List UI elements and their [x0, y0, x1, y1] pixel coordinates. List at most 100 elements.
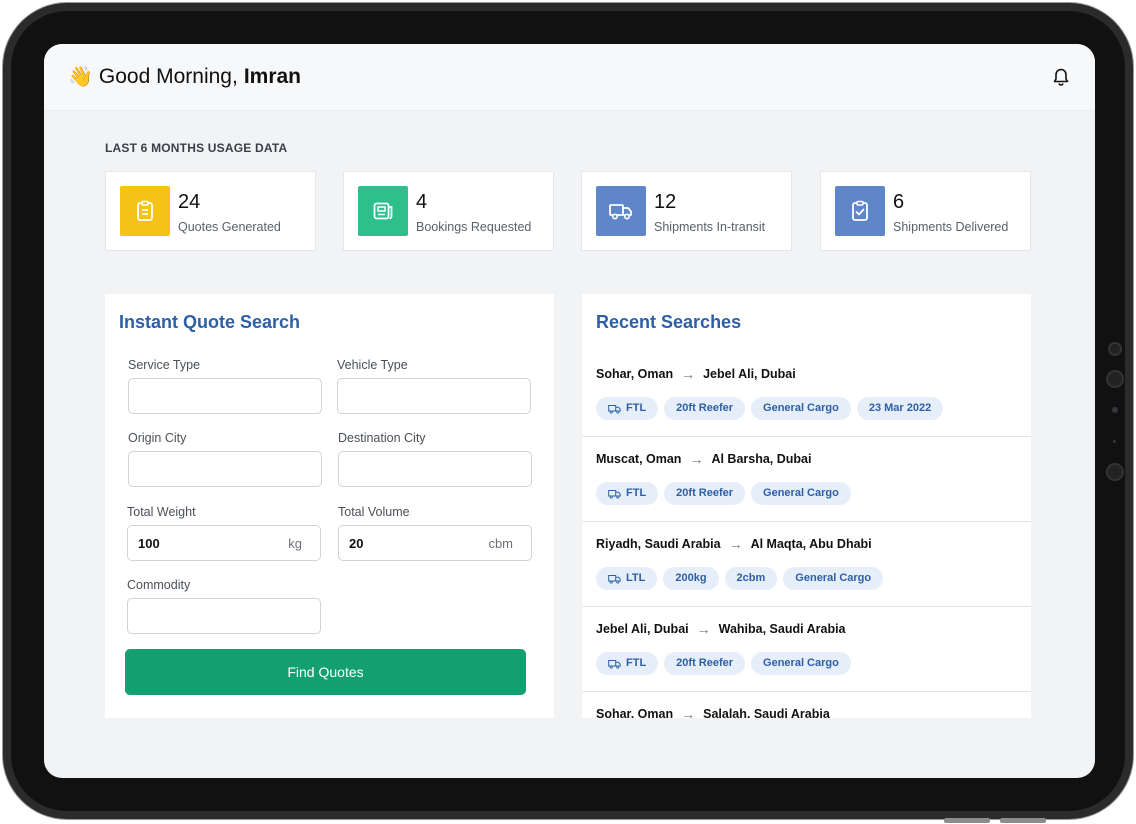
camera-lens: [1106, 370, 1124, 388]
route: Jebel Ali, Dubai → Wahiba, Saudi Arabia: [596, 621, 846, 637]
camera-lens: [1106, 463, 1124, 481]
stat-label: Quotes Generated: [178, 220, 281, 234]
route-origin: Muscat, Oman: [596, 452, 682, 466]
total-volume-field[interactable]: 20 cbm: [338, 525, 532, 561]
recent-search-item[interactable]: Sohar, Oman → Salalah, Saudi Arabia: [582, 692, 1031, 718]
mode-tag: FTL: [596, 482, 659, 505]
mode-tag: LTL: [596, 567, 658, 590]
route-origin: Sohar, Oman: [596, 367, 674, 381]
recent-search-item[interactable]: Sohar, Oman → Jebel Ali, Dubai FTL 20ft …: [582, 352, 1031, 437]
clipboard-check-icon: [835, 186, 885, 236]
route-destination: Jebel Ali, Dubai: [703, 367, 796, 381]
stat-value: 4: [416, 191, 428, 213]
tag: 2cbm: [724, 567, 778, 590]
arrow-right-icon: →: [681, 366, 696, 382]
mode-label: FTL: [626, 402, 647, 414]
origin-city-label: Origin City: [128, 431, 187, 445]
mode-tag: FTL: [596, 397, 659, 420]
greeting: 👋 Good Morning, Imran: [68, 64, 301, 89]
mode-tag: FTL: [596, 652, 659, 675]
route-origin: Riyadh, Saudi Arabia: [596, 537, 721, 551]
wave-emoji-icon: 👋: [68, 66, 93, 88]
recent-searches-list: Sohar, Oman → Jebel Ali, Dubai FTL 20ft …: [582, 352, 1031, 718]
tablet-button-top: [944, 818, 990, 823]
vehicle-type-label: Vehicle Type: [337, 358, 408, 372]
recent-search-item[interactable]: Riyadh, Saudi Arabia → Al Maqta, Abu Dha…: [582, 522, 1031, 607]
commodity-field[interactable]: [127, 598, 321, 634]
tag: General Cargo: [751, 397, 851, 420]
route-destination: Salalah, Saudi Arabia: [703, 707, 830, 718]
stat-value: 6: [893, 191, 905, 213]
stat-value: 24: [178, 191, 201, 213]
quote-search-title: Instant Quote Search: [119, 312, 301, 332]
arrow-right-icon: →: [689, 451, 704, 467]
greeting-text: Good Morning,: [98, 64, 238, 88]
route-origin: Jebel Ali, Dubai: [596, 622, 689, 636]
arrow-right-icon: →: [681, 706, 696, 718]
stat-label: Shipments In-transit: [654, 220, 766, 234]
tag: General Cargo: [751, 652, 851, 675]
truck-icon: [596, 186, 646, 236]
recent-searches-card: Recent Searches Sohar, Oman → Jebel Ali,…: [582, 294, 1031, 718]
route-destination: Wahiba, Saudi Arabia: [718, 622, 846, 636]
clipboard-icon: [120, 186, 170, 236]
route: Muscat, Oman → Al Barsha, Dubai: [596, 451, 811, 467]
mode-label: FTL: [626, 487, 647, 499]
stat-card-in-transit[interactable]: 12 Shipments In-transit: [581, 171, 792, 251]
total-weight-label: Total Weight: [127, 505, 196, 519]
tag-list: FTL 20ft Reefer General Cargo 23 Mar 202…: [596, 397, 944, 420]
document-icon: [358, 186, 408, 236]
tag: 20ft Reefer: [664, 652, 746, 675]
service-type-field[interactable]: [128, 378, 322, 414]
stat-card-quotes[interactable]: 24 Quotes Generated: [105, 171, 316, 251]
stat-card-delivered[interactable]: 6 Shipments Delivered: [820, 171, 1031, 251]
origin-city-field[interactable]: [128, 451, 322, 487]
route: Sohar, Oman → Salalah, Saudi Arabia: [596, 706, 830, 718]
find-quotes-button[interactable]: Find Quotes: [125, 649, 526, 695]
tag: 20ft Reefer: [664, 482, 746, 505]
total-volume-unit: cbm: [488, 536, 513, 551]
tag: General Cargo: [751, 482, 851, 505]
total-weight-field[interactable]: 100 kg: [127, 525, 321, 561]
arrow-right-icon: →: [696, 621, 711, 637]
stat-card-bookings[interactable]: 4 Bookings Requested: [343, 171, 554, 251]
mode-label: LTL: [626, 572, 646, 584]
service-type-label: Service Type: [128, 358, 201, 372]
tag: 200kg: [663, 567, 719, 590]
route-destination: Al Maqta, Abu Dhabi: [750, 537, 872, 551]
route-destination: Al Barsha, Dubai: [711, 452, 812, 466]
recent-searches-title: Recent Searches: [596, 312, 742, 332]
sensor-dot: [1108, 342, 1122, 356]
date-tag: 23 Mar 2022: [856, 397, 944, 420]
route: Sohar, Oman → Jebel Ali, Dubai: [596, 366, 796, 382]
app-screen: 👋 Good Morning, Imran LAST 6 MONTHS USAG…: [44, 44, 1095, 778]
quote-search-card: Instant Quote Search Service Type Vehicl…: [105, 294, 554, 718]
bell-icon[interactable]: [1051, 67, 1071, 87]
stat-label: Shipments Delivered: [893, 220, 1009, 234]
destination-city-field[interactable]: [338, 451, 532, 487]
total-volume-label: Total Volume: [338, 505, 410, 519]
top-bar: 👋 Good Morning, Imran: [44, 44, 1095, 111]
vehicle-type-field[interactable]: [337, 378, 531, 414]
tag-list: FTL 20ft Reefer General Cargo: [596, 652, 851, 675]
user-name: Imran: [243, 64, 302, 88]
destination-city-label: Destination City: [338, 431, 426, 445]
usage-section-label: LAST 6 MONTHS USAGE DATA: [105, 141, 288, 155]
sensor-dot: [1113, 440, 1116, 443]
commodity-label: Commodity: [127, 578, 191, 592]
recent-search-item[interactable]: Muscat, Oman → Al Barsha, Dubai FTL 20ft…: [582, 437, 1031, 522]
truck-icon: [608, 659, 621, 669]
truck-icon: [608, 404, 621, 414]
tag: 20ft Reefer: [664, 397, 746, 420]
tablet-button-top: [1000, 818, 1046, 823]
recent-search-item[interactable]: Jebel Ali, Dubai → Wahiba, Saudi Arabia …: [582, 607, 1031, 692]
stat-value: 12: [654, 191, 677, 213]
mode-label: FTL: [626, 657, 647, 669]
sensor-dot: [1112, 407, 1118, 413]
truck-icon: [608, 574, 621, 584]
tag-list: LTL 200kg 2cbm General Cargo: [596, 567, 884, 590]
route: Riyadh, Saudi Arabia → Al Maqta, Abu Dha…: [596, 536, 872, 552]
tag-list: FTL 20ft Reefer General Cargo: [596, 482, 851, 505]
total-weight-value: 100: [138, 536, 160, 551]
arrow-right-icon: →: [728, 536, 743, 552]
